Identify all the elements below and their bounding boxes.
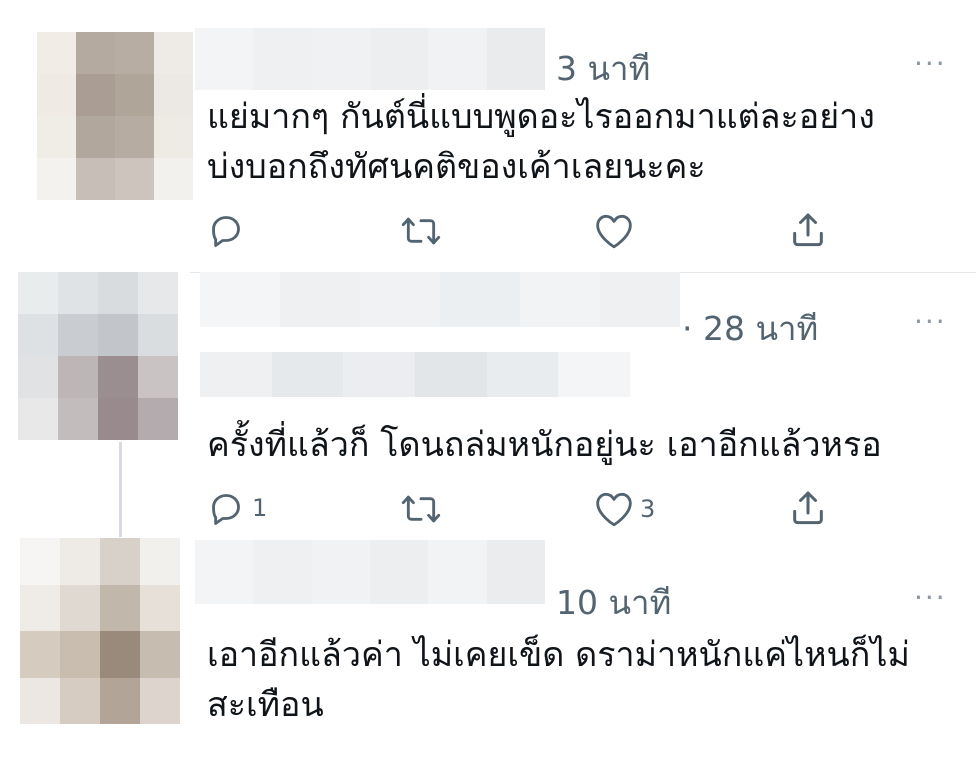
timestamp[interactable]: 10 นาที <box>556 576 671 629</box>
like-button[interactable]: 3 <box>594 490 655 528</box>
username-blurred[interactable] <box>195 540 545 604</box>
tweet-2[interactable]: · 28 นาที ··· ครั้งที่แล้วก็ โดนถล่มหนัก… <box>0 272 976 534</box>
reply-button[interactable]: 1 <box>206 488 267 528</box>
more-options-icon[interactable]: ··· <box>914 584 947 612</box>
avatar[interactable] <box>20 538 180 724</box>
username-blurred[interactable] <box>195 28 545 90</box>
reply-icon <box>212 494 240 525</box>
more-options-icon[interactable]: ··· <box>914 308 947 336</box>
thread-connector <box>119 442 122 537</box>
handle-blurred[interactable] <box>200 352 630 397</box>
avatar[interactable] <box>37 32 193 200</box>
reply-count: 1 <box>252 494 268 522</box>
tweet-text: แย่มากๆ กันต์นี่แบบพูดอะไรออกมาแต่ละอย่า… <box>207 97 875 187</box>
tweet-3[interactable]: 10 นาที ··· เอาอีกแล้วค่า ไม่เคยเข็ด ดรา… <box>0 534 976 758</box>
tweet-1[interactable]: 3 นาที ··· แย่มากๆ กันต์นี่แบบพูดอะไรออก… <box>0 0 976 272</box>
share-icon <box>793 213 823 247</box>
share-button[interactable] <box>788 488 828 528</box>
like-count: 3 <box>640 495 656 523</box>
like-icon <box>596 492 632 527</box>
like-icon <box>596 214 632 249</box>
timestamp[interactable]: 3 นาที <box>556 42 650 95</box>
share-icon <box>793 491 823 525</box>
retweet-icon <box>401 495 441 523</box>
timestamp[interactable]: · 28 นาที <box>682 302 818 355</box>
username-blurred[interactable] <box>200 272 680 327</box>
tweet-text: ครั้งที่แล้วก็ โดนถล่มหนักอยู่นะ เอาอีกแ… <box>207 425 882 465</box>
reply-button[interactable] <box>206 210 252 250</box>
retweet-button[interactable] <box>400 212 442 250</box>
retweet-button[interactable] <box>400 490 442 528</box>
more-options-icon[interactable]: ··· <box>914 50 947 78</box>
reply-icon <box>212 216 240 247</box>
like-button[interactable] <box>594 212 640 250</box>
share-button[interactable] <box>788 210 828 250</box>
tweet-text: เอาอีกแล้วค่า ไม่เคยเข็ด ดราม่าหนักแค่ไห… <box>207 635 910 725</box>
retweet-icon <box>401 217 441 245</box>
avatar[interactable] <box>18 272 178 440</box>
